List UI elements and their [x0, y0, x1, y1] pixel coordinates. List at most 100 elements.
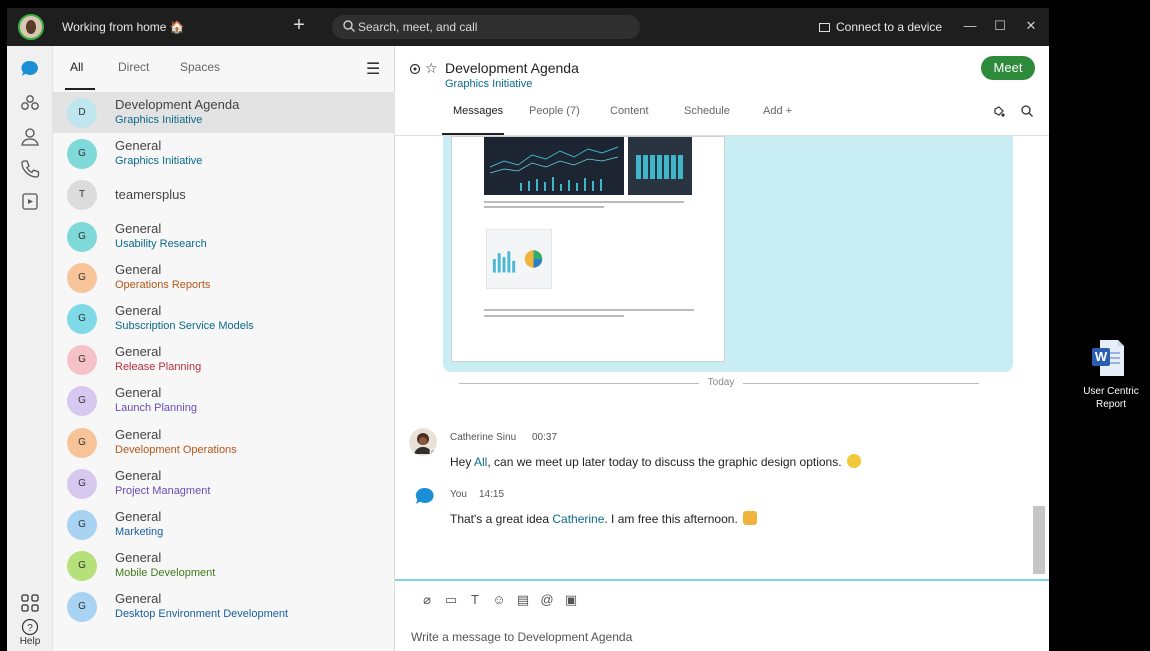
screen-capture-icon[interactable]: ▭ — [443, 592, 459, 608]
space-title: General — [115, 344, 162, 360]
text-format-icon[interactable]: T — [467, 592, 483, 608]
thumbs-up-emoji-icon — [742, 511, 757, 525]
space-avatar: G — [67, 345, 97, 376]
mention-link[interactable]: All — [474, 455, 487, 469]
title-bar: Working from home 🏠 + Connect to a devic… — [7, 8, 1049, 46]
space-team-name: Operations Reports — [115, 278, 211, 291]
meet-button[interactable]: Meet — [981, 56, 1035, 80]
tab-add[interactable]: Add + — [763, 105, 792, 117]
message-text-part: That's a great idea — [450, 512, 553, 526]
doc-text-line — [484, 201, 684, 203]
tab-schedule[interactable]: Schedule — [684, 105, 730, 117]
space-row[interactable]: G General Release Planning — [53, 339, 395, 380]
svg-text:?: ? — [27, 623, 33, 634]
day-divider-label: Today — [707, 377, 735, 388]
desktop-word-file[interactable]: W User Centric Report — [1080, 338, 1142, 418]
doc-text-line — [484, 309, 694, 311]
whiteboard-icon[interactable]: ▣ — [563, 592, 579, 608]
space-list-panel: All Direct Spaces ☰ D Development Agenda G… — [53, 46, 395, 651]
emoji-icon[interactable]: ☺ — [491, 592, 507, 608]
active-tab-indicator — [442, 133, 504, 135]
active-tab-indicator — [65, 88, 95, 90]
tab-spaces[interactable]: Spaces — [180, 60, 220, 74]
meetings-icon[interactable] — [19, 190, 41, 212]
shared-file-card[interactable] — [443, 136, 1013, 372]
close-button[interactable]: ✕ — [1023, 18, 1039, 34]
space-team-name: Development Operations — [115, 443, 237, 456]
space-row[interactable]: G General Mobile Development — [53, 545, 395, 586]
desktop-icon-label-line: User Centric — [1083, 386, 1139, 397]
message-text: That's a great idea Catherine. I am free… — [450, 511, 757, 526]
doc-chart-thumbnail — [484, 137, 624, 195]
help-icon[interactable]: ? — [21, 618, 39, 636]
day-divider-line — [459, 383, 699, 384]
search-box[interactable] — [332, 15, 640, 39]
space-team-name: Desktop Environment Development — [115, 608, 289, 621]
my-message-avatar[interactable] — [414, 486, 436, 508]
search-icon — [343, 20, 355, 32]
tab-people[interactable]: People (7) — [529, 105, 580, 117]
favorite-star-icon[interactable]: ☆ — [425, 60, 438, 77]
activity-icon[interactable] — [992, 104, 1006, 118]
tab-content[interactable]: Content — [610, 105, 649, 117]
message-text-part: , can we meet up later today to discuss … — [487, 455, 842, 469]
conversation-team-link[interactable]: Graphics Initiative — [445, 78, 532, 90]
status-text[interactable]: Working from home 🏠 — [62, 20, 185, 34]
mention-link[interactable]: Catherine — [552, 512, 604, 526]
space-row[interactable]: G General Operations Reports — [53, 257, 395, 298]
list-menu-icon[interactable]: ☰ — [366, 59, 380, 79]
new-button[interactable]: + — [289, 14, 309, 38]
connect-device-button[interactable]: Connect to a device — [819, 20, 942, 34]
space-row[interactable]: G General Development Operations — [53, 422, 395, 463]
mention-icon[interactable]: @ — [539, 592, 555, 608]
space-row[interactable]: G General Subscription Service Models — [53, 298, 395, 339]
space-row[interactable]: Tteamersplus — [53, 174, 395, 215]
space-avatar: G — [67, 592, 97, 623]
space-row[interactable]: G General Launch Planning — [53, 380, 395, 421]
messaging-icon[interactable] — [19, 58, 41, 80]
word-document-icon: W — [1092, 340, 1124, 376]
space-row[interactable]: G General Graphics Initiative — [53, 133, 395, 174]
tab-direct[interactable]: Direct — [118, 60, 149, 74]
space-avatar: G — [67, 221, 97, 252]
space-settings-icon[interactable] — [409, 63, 421, 75]
scrollbar-thumb[interactable] — [1033, 506, 1045, 574]
message-list: Today Catherine Sinu 00:37 Hey All, can … — [395, 136, 1049, 579]
space-team-name: Mobile Development — [115, 567, 216, 580]
conversation-header: ☆ Development Agenda Graphics Initiative… — [395, 46, 1049, 136]
space-row[interactable]: G General Usability Research — [53, 216, 395, 257]
webex-app-window: Working from home 🏠 + Connect to a devic… — [7, 8, 1049, 651]
calling-icon[interactable] — [19, 158, 41, 180]
space-row[interactable]: G General Marketing — [53, 504, 395, 545]
space-row[interactable]: G General Desktop Environment Development — [53, 586, 395, 627]
search-messages-icon[interactable] — [1020, 104, 1034, 118]
space-row[interactable]: D Development Agenda Graphics Initiative — [53, 92, 395, 133]
space-avatar: G — [67, 427, 97, 458]
space-row[interactable]: G General Project Managment — [53, 463, 395, 504]
catherine-avatar[interactable] — [409, 428, 437, 456]
minimize-button[interactable]: — — [962, 18, 978, 34]
grinning-emoji-icon — [846, 454, 861, 468]
gif-icon[interactable]: ▤ — [515, 592, 531, 608]
space-team-name: Graphics Initiative — [115, 155, 203, 168]
my-avatar[interactable] — [18, 14, 44, 40]
space-avatar: G — [67, 139, 97, 170]
search-input[interactable] — [358, 15, 628, 39]
doc-text-line — [484, 206, 604, 208]
contacts-icon[interactable] — [19, 126, 41, 148]
tab-messages[interactable]: Messages — [453, 105, 503, 117]
maximize-button[interactable]: ☐ — [992, 18, 1008, 34]
tab-all[interactable]: All — [70, 60, 83, 74]
space-team-name: Graphics Initiative — [115, 114, 203, 126]
apps-grid-icon[interactable] — [19, 592, 41, 614]
space-avatar: G — [67, 510, 97, 540]
space-team-name: Release Planning — [115, 361, 202, 374]
shared-document-preview[interactable] — [451, 136, 725, 362]
attach-file-icon[interactable]: ⌀ — [419, 592, 435, 608]
space-team-name: Launch Planning — [115, 402, 197, 415]
message-input[interactable] — [411, 627, 1031, 647]
nav-rail: ? Help — [7, 46, 53, 651]
teams-icon[interactable] — [19, 92, 41, 114]
device-icon — [819, 23, 830, 32]
message-author: Catherine Sinu — [450, 432, 517, 443]
